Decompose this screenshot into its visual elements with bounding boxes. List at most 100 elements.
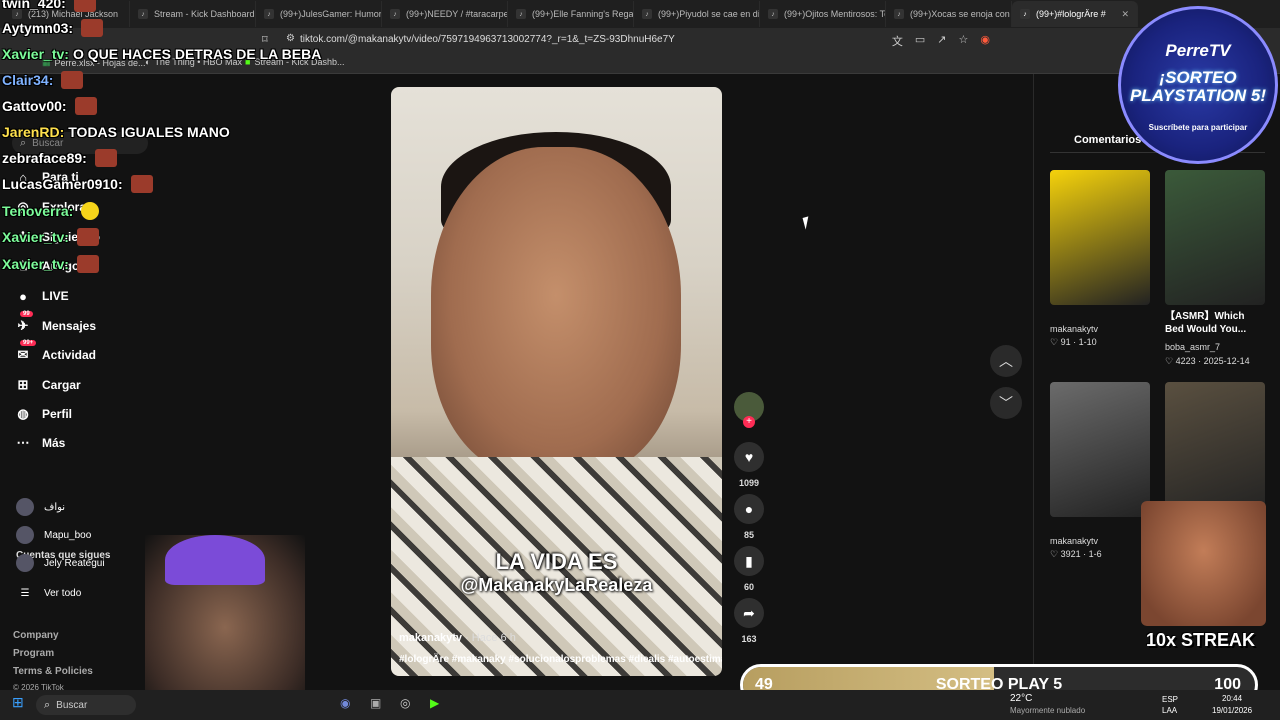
tab-label: (99+)Piyudol se cae en di [658,9,760,19]
post-date: 1-10 [1078,337,1097,347]
footer-company[interactable]: Company [13,630,59,641]
chat-username: Aytymn03: [2,20,74,36]
chat-emote [61,71,84,89]
video-caption-line2: @MakanakyLaRealeza [460,575,653,595]
taskbar-search[interactable]: ⌕ Buscar [36,695,136,715]
url-field[interactable]: tiktok.com/@makanakytv/video/75971949637… [300,34,675,45]
browser-tab[interactable]: ♪ (99+)Piyudol se cae en di [634,1,760,27]
like-button[interactable]: ♥ 1099 [733,442,765,488]
chat-message: Xavier_tv: O QUE HACES DETRAS DE LA BEBA [2,46,321,62]
cast-icon[interactable]: ▭ [915,33,925,49]
sidebar-item-mensajes[interactable]: ✈ 99 Mensajes [14,311,97,335]
heart-icon: ♥ [734,442,764,472]
clock-time[interactable]: 20:44 [1222,694,1242,703]
extension-icon[interactable]: ◉ [980,33,990,49]
sidebar-item-más[interactable]: ⋯ Más [14,434,66,452]
weather-temp[interactable]: 22°C [1010,693,1032,704]
sidebar-item-label: Más [42,436,66,450]
sidebar-item-cargar[interactable]: ⊞ Cargar [14,376,81,394]
follow-plus-icon[interactable]: + [743,416,755,428]
following-account[interactable]: نواف [16,498,65,516]
app-icon[interactable]: ▣ [370,696,381,710]
close-tab-icon[interactable]: ✕ [1121,9,1129,20]
video-hashtags[interactable]: #lologrÄre #makanaky #solucionalosproble… [399,654,722,665]
video-author-name: makanakytv [399,632,462,644]
site-info-icon[interactable]: ⚙ [286,33,295,44]
following-account[interactable]: Jely Reategui [16,554,105,572]
chat-emote [76,255,99,273]
weather-desc: Mayormente nublado [1010,706,1086,715]
browser-tab[interactable]: ♪ (99+)Elle Fanning's Regal [508,1,634,27]
browser-tab[interactable]: ♪ (99+)JulesGamer: Humor y [256,1,382,27]
promo-brand: PerreTV [1165,41,1231,60]
tab-comments[interactable]: Comentarios [1074,134,1141,146]
share-icon[interactable]: ↗ [937,33,946,49]
star-icon[interactable]: ☆ [959,33,969,49]
recommended-video-author[interactable]: makanakytv [1050,536,1098,546]
translate-icon[interactable]: 文 [892,33,903,49]
obs-icon[interactable]: ◎ [400,696,410,710]
chat-text: TODAS IGUALES MANO [68,124,230,140]
sidebar-item-actividad[interactable]: ✉ 99+ Actividad [14,340,97,364]
recommended-video-thumbnail[interactable] [1165,170,1265,305]
chat-message: zebraface89: [2,149,117,167]
chat-username: Xavier_tv: [2,256,69,272]
chat-message: Xavier_tv: [2,228,99,246]
comment-button[interactable]: ● 85 [733,494,765,540]
chat-message: Clair34: [2,71,84,89]
sidebar-item-live[interactable]: ● LIVE [14,287,69,305]
next-video-button[interactable]: ﹀ [990,387,1022,419]
video-author[interactable]: makanakytv · Hace 6 h [399,632,516,644]
chat-message: twin_420: [2,0,96,12]
previous-video-button[interactable]: ︿ [990,345,1022,377]
chat-username: Clair34: [2,72,54,88]
chevron-down-icon: ﹀ [999,395,1013,411]
giveaway-promo-badge: PerreTV ¡SORTEO PLAYSTATION 5! Suscríbet… [1118,6,1278,164]
creator-avatar-button[interactable]: + [733,392,765,428]
recommended-video-author[interactable]: boba_asmr_7 [1165,342,1220,352]
tiktok-icon: ♪ [264,9,274,19]
recommended-video-title[interactable]: 【ASMR】Which Bed Would You... [1165,310,1260,336]
tab-label: (99+)NEEDY / #taracarpen [406,9,508,19]
chat-message: JarenRD: TODAS IGUALES MANO [2,124,230,140]
kick-icon: ♪ [138,9,148,19]
browser-tab[interactable]: ♪ (99+)Xocas se enoja con l [886,1,1012,27]
language-indicator[interactable]: ESP [1162,695,1178,704]
save-button[interactable]: ▮ 60 [733,546,765,592]
like-count: 4223 [1175,356,1196,366]
following-account[interactable]: Mapu_boo [16,526,91,544]
browser-tab[interactable]: ♪ (99+)Ojitos Mentirosos: Te [760,1,886,27]
video-caption-line1: LA VIDA ES [495,549,618,574]
streak-emote [1141,501,1266,626]
chat-emote [81,202,100,220]
kick-icon[interactable]: ▶ [430,696,439,710]
mouse-cursor [802,216,812,230]
see-all-link[interactable]: ☰ Ver todo [16,588,82,599]
browser-tab[interactable]: ♪ Stream - Kick Dashboard [130,1,256,27]
following-account-name: نواف [44,501,66,513]
windows-start-icon[interactable]: ⊞ [12,694,24,711]
discord-icon[interactable]: ◉ [340,696,350,710]
clock-date: 19/01/2026 [1212,706,1253,715]
recommended-video-thumbnail[interactable] [1050,382,1150,517]
video-player[interactable]: LA VIDA ES @MakanakyLaRealeza makanakytv… [391,87,722,676]
footer-program[interactable]: Program [13,648,54,659]
sidebar-item-label: Actividad [42,348,97,362]
like-count: 91 [1060,337,1071,347]
browser-tab[interactable]: ♪ (99+)#lologrÄre # ✕ [1012,1,1138,27]
notification-badge: 99+ [20,340,37,346]
sidebar-item-label: Mensajes [42,319,97,333]
recommended-video-author[interactable]: makanakytv [1050,324,1098,334]
bookmark-icon[interactable]: ⌑ [262,33,268,46]
footer-terms[interactable]: Terms & Policies [13,666,93,677]
chat-username: Tenoverra: [2,203,74,219]
chat-username: JarenRD: [2,124,65,140]
following-account-name: Jely Reategui [44,557,105,569]
chat-emote [130,175,153,193]
browser-tab[interactable]: ♪ (99+)NEEDY / #taracarpen [382,1,508,27]
share-button[interactable]: ➦ 163 [733,598,765,644]
recommended-video-thumbnail[interactable] [1050,170,1150,305]
sidebar-item-perfil[interactable]: ◍ Perfil [14,405,72,423]
recommended-video-thumbnail[interactable] [1165,382,1265,517]
more-icon: ⋯ [16,435,30,450]
